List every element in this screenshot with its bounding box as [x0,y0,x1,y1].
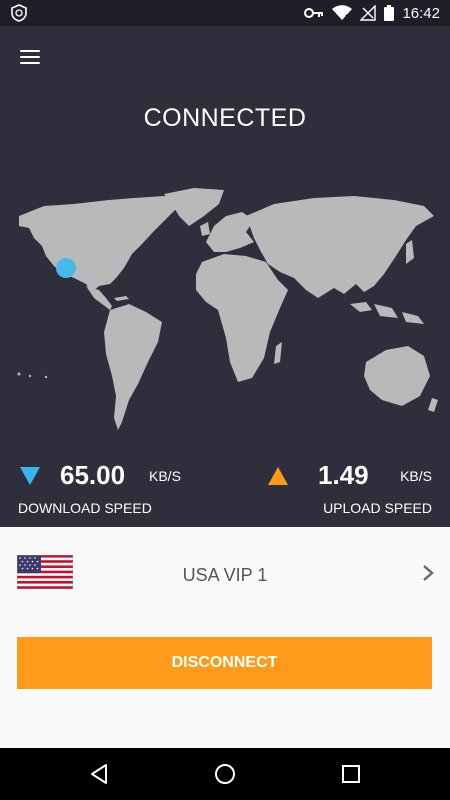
server-panel: USA VIP 1 DISCONNECT [0,527,450,748]
upload-arrow-icon [268,467,288,485]
chevron-right-icon [423,565,434,581]
upload-speed-value: 1.49 [318,460,369,490]
download-speed-unit: KB/S [149,468,181,484]
upload-speed-label: UPLOAD SPEED [323,500,432,516]
download-speed-label: DOWNLOAD SPEED [18,500,152,516]
battery-icon [384,5,395,21]
speed-row: 65.00 KB/S 1.49 KB/S [0,458,450,498]
wifi-icon [332,5,353,21]
upload-speed-unit: KB/S [400,468,432,484]
clock: 16:42 [402,4,440,22]
status-bar: 16:42 [0,0,450,26]
recents-icon[interactable] [339,762,363,786]
key-icon [304,8,324,18]
home-icon[interactable] [213,762,237,786]
signal-icon [360,5,377,21]
world-map [17,188,438,430]
location-marker [56,258,76,278]
server-name: USA VIP 1 [182,565,268,585]
download-arrow-icon [20,467,40,485]
menu-button[interactable] [18,48,44,68]
vpn-shield-icon [11,4,27,22]
connection-status: CONNECTED [143,104,307,132]
server-selector[interactable]: USA VIP 1 [0,527,450,619]
navigation-bar [0,748,450,800]
download-speed-value: 65.00 [60,460,126,490]
disconnect-button[interactable]: DISCONNECT [17,637,432,689]
back-icon[interactable] [88,762,112,786]
main-area: CONNECTED 65.00 KB/S 1.49 KB/S DOWNLOAD … [0,26,450,527]
